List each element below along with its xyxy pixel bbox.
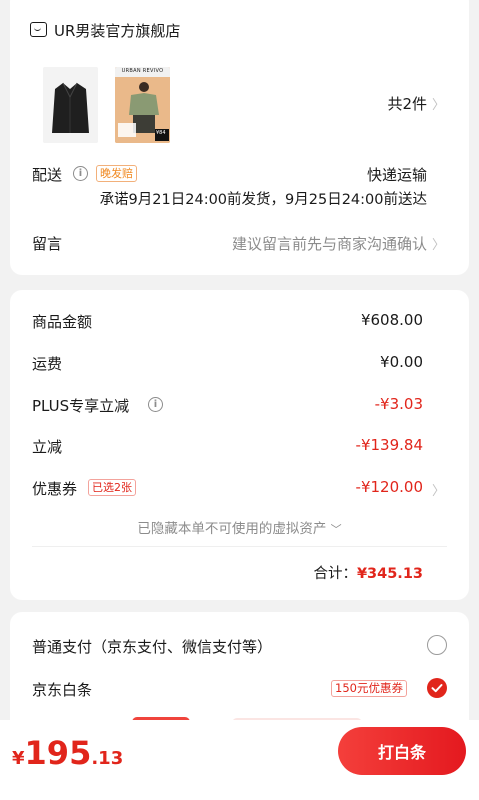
baitiao-coupon-tag: 150元优惠券 [331,680,407,697]
goods-amount-value: ¥608.00 [360,311,423,329]
chevron-right-icon[interactable]: 〉 [432,234,445,253]
price-card: 商品金额 ¥608.00 运费 ¥0.00 PLUS专享立减 i -¥3.03 … [10,290,469,600]
product-thumbnail-jacket[interactable] [43,67,98,143]
payable-amount: ¥195.13 [12,734,123,772]
hidden-assets-toggle[interactable]: 已隐藏本单不可使用的虚拟资产 ﹀ [10,517,469,537]
hidden-assets-note: 已隐藏本单不可使用的虚拟资产 [137,521,327,537]
product-count[interactable]: 共2件 [387,93,427,114]
order-card: UR男装官方旗舰店 URBAN REVIVO ¥84 共2件 〉 配送 i 晚发… [10,0,469,275]
baitiao-label[interactable]: 京东白条 [32,679,92,700]
product-thumbnail-brand: URBAN REVIVO [121,68,164,74]
coupon-label: 优惠券 [32,480,78,498]
product-thumbnail-tshirt[interactable]: URBAN REVIVO ¥84 [115,67,170,143]
order-total: 合计：¥345.13 [313,562,423,583]
coupon-value[interactable]: -¥120.00 [356,478,423,496]
message-input[interactable]: 建议留言前先与商家沟通确认 [232,233,427,254]
shipping-value: ¥0.00 [380,353,423,371]
total-label: 合计： [313,566,357,582]
goods-amount-label: 商品金额 [32,313,93,331]
pay-baitiao-button[interactable]: 打白条 [338,727,466,775]
product-thumbnail-price: ¥84 [156,130,166,136]
amount-decimal: .13 [91,748,124,769]
info-icon[interactable]: i [148,397,163,412]
store-name[interactable]: UR男装官方旗舰店 [54,20,180,41]
total-value: ¥345.13 [356,566,423,582]
plus-discount-value: -¥3.03 [374,395,423,413]
normal-payment-label[interactable]: 普通支付（京东支付、微信支付等） [32,636,272,657]
currency-symbol: ¥ [12,748,25,769]
late-compensation-badge: 晚发赔 [96,165,137,182]
message-label: 留言 [32,235,63,253]
delivery-method[interactable]: 快递运输 [367,164,427,185]
store-icon [30,22,47,37]
delivery-label: 配送 [32,166,63,184]
plus-discount-label: PLUS专享立减 [32,397,130,415]
divider [32,546,447,547]
chevron-down-icon: ﹀ [330,523,342,536]
bottom-bar: ¥195.13 打白条 [0,720,479,800]
baitiao-radio-checked[interactable] [427,678,447,698]
chevron-right-icon[interactable]: 〉 [432,94,445,113]
chevron-right-icon[interactable]: 〉 [432,480,445,499]
instant-discount-label: 立减 [32,438,63,456]
coupon-selected-tag: 已选2张 [88,479,136,496]
amount-integer: 195 [24,734,92,772]
delivery-promise: 承诺9月21日24:00前发货，9月25日24:00前送达 [99,192,427,208]
shipping-label: 运费 [32,355,63,373]
info-icon[interactable]: i [73,166,88,181]
check-icon [431,684,443,693]
instant-discount-value: -¥139.84 [355,436,423,454]
normal-payment-radio[interactable] [427,635,447,655]
